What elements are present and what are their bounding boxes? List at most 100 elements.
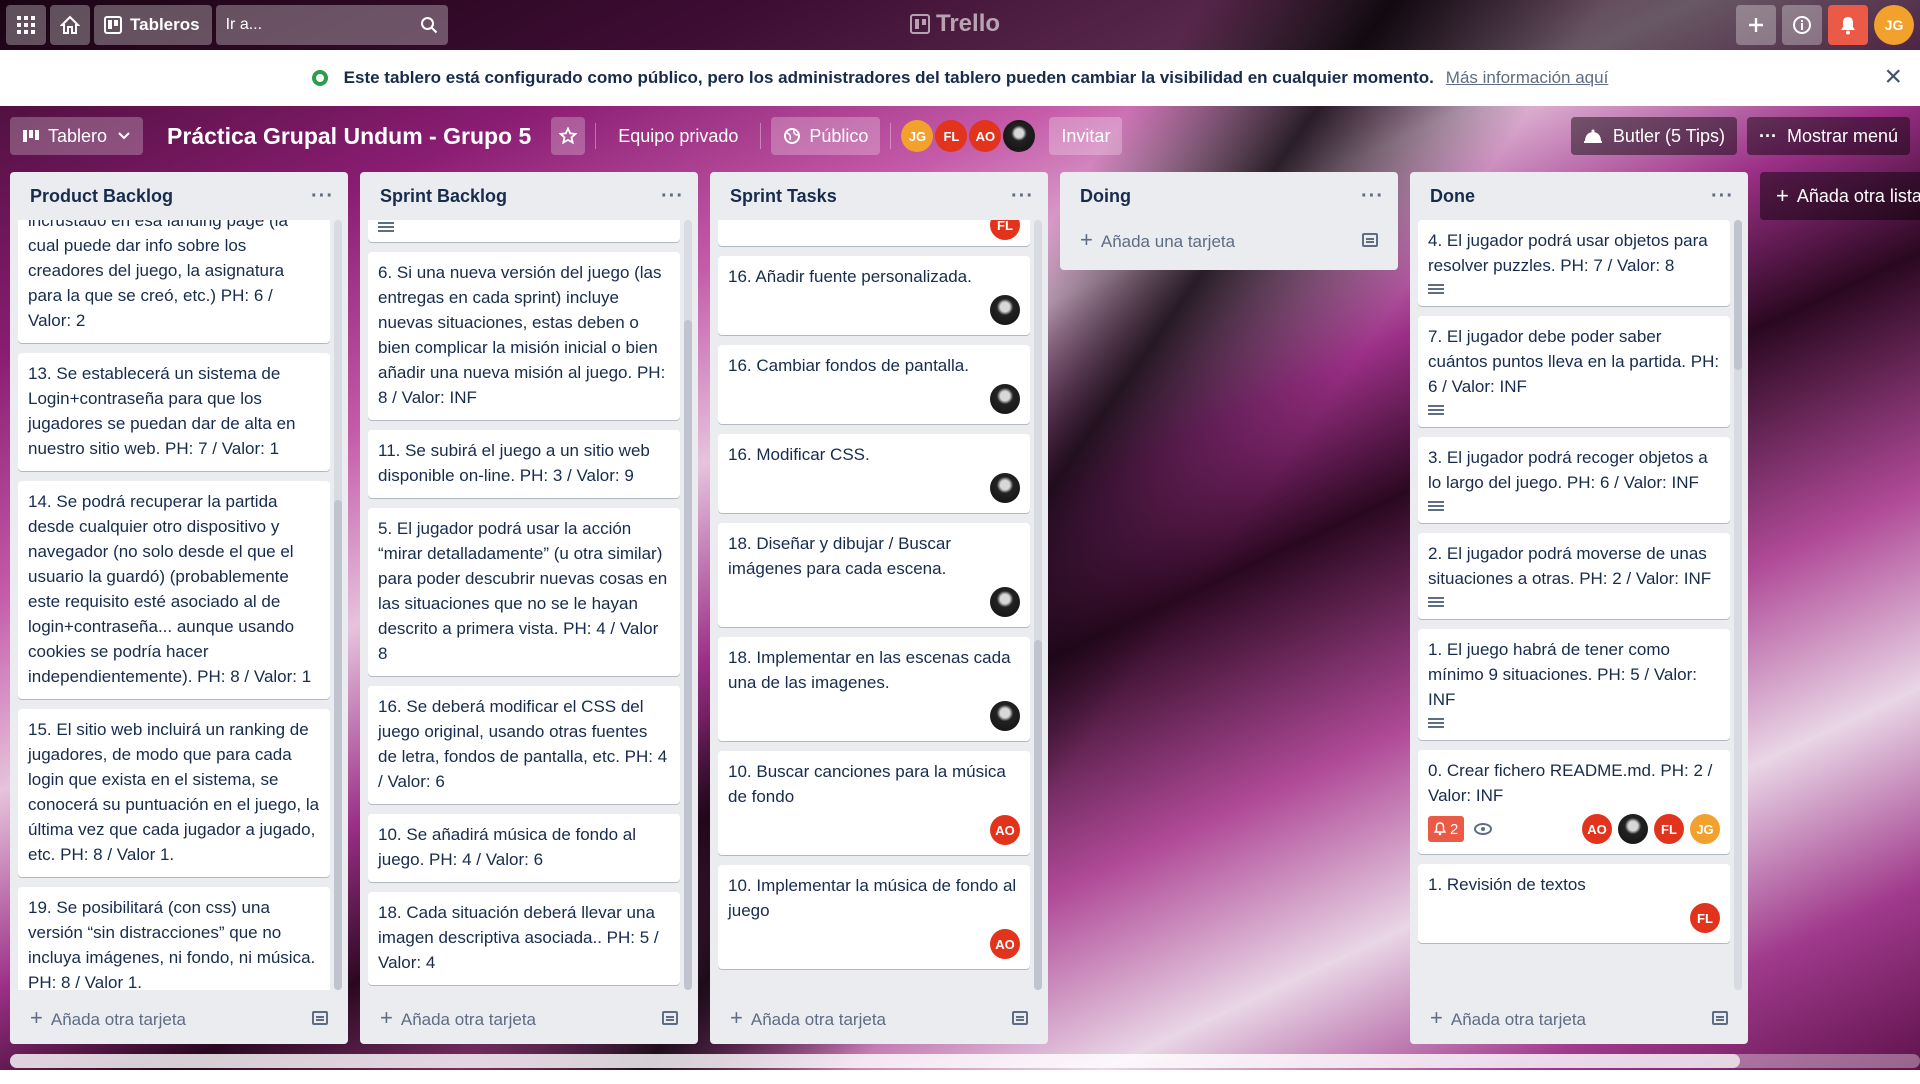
list-menu-icon[interactable]: ···: [1361, 185, 1384, 208]
user-avatar[interactable]: JG: [1874, 5, 1914, 45]
card[interactable]: 6. Si una nueva versión del juego (las e…: [368, 252, 680, 420]
card-template-icon[interactable]: [1712, 1011, 1728, 1025]
member-avatar-photo[interactable]: [1003, 120, 1036, 152]
card-member-avatar[interactable]: FL: [990, 220, 1020, 240]
card[interactable]: 13. Se establecerá un sistema de Login+c…: [18, 353, 330, 471]
member-avatar[interactable]: FL: [935, 120, 968, 152]
add-card-footer: + Añada otra tarjeta: [360, 992, 698, 1044]
card[interactable]: 14. Se podrá recuperar la partida desde …: [18, 481, 330, 699]
list-header[interactable]: Sprint Backlog ···: [360, 172, 698, 220]
list-menu-icon[interactable]: ···: [1711, 185, 1734, 208]
info-icon[interactable]: [1782, 5, 1822, 45]
card[interactable]: 19. Se posibilitará (con css) una versió…: [18, 887, 330, 990]
card-member-avatar[interactable]: JG: [1690, 814, 1720, 844]
list-scrollbar[interactable]: [684, 220, 692, 990]
card-member-avatar[interactable]: FL: [1654, 814, 1684, 844]
add-card-button[interactable]: + Añada una tarjeta: [1080, 227, 1235, 253]
list-menu-icon[interactable]: ···: [661, 185, 684, 208]
trello-logo[interactable]: Trello: [910, 10, 1000, 38]
card[interactable]: 3. El jugador podrá recoger objetos a lo…: [1418, 437, 1730, 523]
card[interactable]: 15. El sitio web incluirá un ranking de …: [18, 709, 330, 877]
add-card-button[interactable]: + Añada otra tarjeta: [1430, 1005, 1586, 1031]
list-menu-icon[interactable]: ···: [1011, 185, 1034, 208]
list-header[interactable]: Doing ···: [1060, 172, 1398, 220]
banner-link[interactable]: Más información aquí: [1446, 68, 1609, 88]
list-scrollbar[interactable]: [334, 220, 342, 990]
add-card-button[interactable]: + Añada otra tarjeta: [380, 1005, 536, 1031]
card-member-avatar[interactable]: AO: [1582, 814, 1612, 844]
card-member-avatar-photo[interactable]: [990, 701, 1020, 731]
show-menu-button[interactable]: ··· Mostrar menú: [1746, 117, 1910, 155]
card[interactable]: 0. Crear fichero README.md. PH: 2 / Valo…: [1418, 750, 1730, 854]
card[interactable]: 5. El jugador podrá usar la acción “mira…: [368, 508, 680, 676]
card[interactable]: 1. Revisión de textos FL: [1418, 864, 1730, 943]
list-scrollbar[interactable]: [1734, 220, 1742, 990]
card[interactable]: 16. Se deberá modificar el CSS del juego…: [368, 686, 680, 804]
card-member-avatar-photo[interactable]: [990, 295, 1020, 325]
list-header[interactable]: Product Backlog ···: [10, 172, 348, 220]
add-card-button[interactable]: + Añada otra tarjeta: [730, 1005, 886, 1031]
card-member-avatar-photo[interactable]: [1618, 814, 1648, 844]
notifications-bell-icon[interactable]: [1828, 5, 1868, 45]
list-title[interactable]: Product Backlog: [30, 186, 173, 207]
invite-button[interactable]: Invitar: [1049, 117, 1123, 155]
star-button[interactable]: [551, 117, 586, 155]
board-view-switcher[interactable]: Tablero: [10, 117, 144, 155]
card-template-icon[interactable]: [1012, 1011, 1028, 1025]
list-title[interactable]: Done: [1430, 186, 1475, 207]
card[interactable]: 10. Implementar la música de fondo al ju…: [718, 865, 1030, 969]
card-template-icon[interactable]: [662, 1011, 678, 1025]
apps-grid-icon[interactable]: [6, 5, 46, 45]
card[interactable]: 16. Añadir fuente personalizada.: [718, 256, 1030, 335]
card[interactable]: FL: [718, 220, 1030, 246]
visibility-button[interactable]: Público: [771, 117, 881, 155]
search-input[interactable]: Ir a...: [215, 5, 448, 45]
list-header[interactable]: Sprint Tasks ···: [710, 172, 1048, 220]
card[interactable]: 1. El juego habrá de tener como mínimo 9…: [1418, 629, 1730, 740]
card-member-avatar-photo[interactable]: [990, 473, 1020, 503]
card[interactable]: 16. Cambiar fondos de pantalla.: [718, 345, 1030, 424]
card[interactable]: 7. El jugador debe poder saber cuántos p…: [1418, 316, 1730, 427]
team-button[interactable]: Equipo privado: [606, 117, 750, 155]
boards-icon: [104, 16, 122, 34]
member-avatar[interactable]: AO: [969, 120, 1002, 152]
card[interactable]: 11. Se subirá el juego a un sitio web di…: [368, 430, 680, 498]
card-member-avatar[interactable]: AO: [990, 815, 1020, 845]
list-title[interactable]: Sprint Tasks: [730, 186, 837, 207]
member-avatar[interactable]: JG: [901, 120, 934, 152]
card-template-icon[interactable]: [312, 1011, 328, 1025]
board-horizontal-scrollbar[interactable]: [10, 1054, 1920, 1068]
list-scrollbar[interactable]: [1034, 220, 1042, 990]
card[interactable]: 16. Modificar CSS.: [718, 434, 1030, 513]
card[interactable]: 2. El jugador podrá moverse de unas situ…: [1418, 533, 1730, 619]
card[interactable]: 18. Diseñar y dibujar / Buscar imágenes …: [718, 523, 1030, 627]
card[interactable]: [368, 220, 680, 242]
boards-button[interactable]: Tableros: [94, 5, 212, 45]
card[interactable]: 10. Buscar canciones para la música de f…: [718, 751, 1030, 855]
add-list-button[interactable]: + Añada otra lista: [1760, 172, 1920, 220]
card[interactable]: incrustado en esa landing page (la cual …: [18, 220, 330, 343]
card-title: 4. El jugador podrá usar objetos para re…: [1428, 231, 1708, 275]
card[interactable]: 4. El jugador podrá usar objetos para re…: [1418, 220, 1730, 306]
list-menu-icon[interactable]: ···: [311, 185, 334, 208]
butler-button[interactable]: Butler (5 Tips): [1570, 117, 1737, 155]
card-member-avatar-photo[interactable]: [990, 384, 1020, 414]
card-template-icon[interactable]: [1362, 233, 1378, 247]
card-member-avatar[interactable]: FL: [1690, 903, 1720, 933]
notification-badge: 2: [1428, 816, 1465, 842]
list-header[interactable]: Done ···: [1410, 172, 1748, 220]
create-plus-icon[interactable]: [1736, 5, 1776, 45]
board-title[interactable]: Práctica Grupal Undum - Grupo 5: [167, 123, 531, 150]
card-title: 2. El jugador podrá moverse de unas situ…: [1428, 544, 1712, 588]
card-member-avatar-photo[interactable]: [990, 587, 1020, 617]
add-card-button[interactable]: + Añada otra tarjeta: [30, 1005, 186, 1031]
card-member-avatar[interactable]: AO: [990, 929, 1020, 959]
card[interactable]: 18. Implementar en las escenas cada una …: [718, 637, 1030, 741]
close-icon[interactable]: ×: [1884, 62, 1902, 92]
list-title[interactable]: Doing: [1080, 186, 1131, 207]
home-icon[interactable]: [50, 5, 90, 45]
card[interactable]: 18. Cada situación deberá llevar una ima…: [368, 892, 680, 985]
plus-icon: +: [1080, 227, 1093, 252]
list-title[interactable]: Sprint Backlog: [380, 186, 507, 207]
card[interactable]: 10. Se añadirá música de fondo al juego.…: [368, 814, 680, 882]
